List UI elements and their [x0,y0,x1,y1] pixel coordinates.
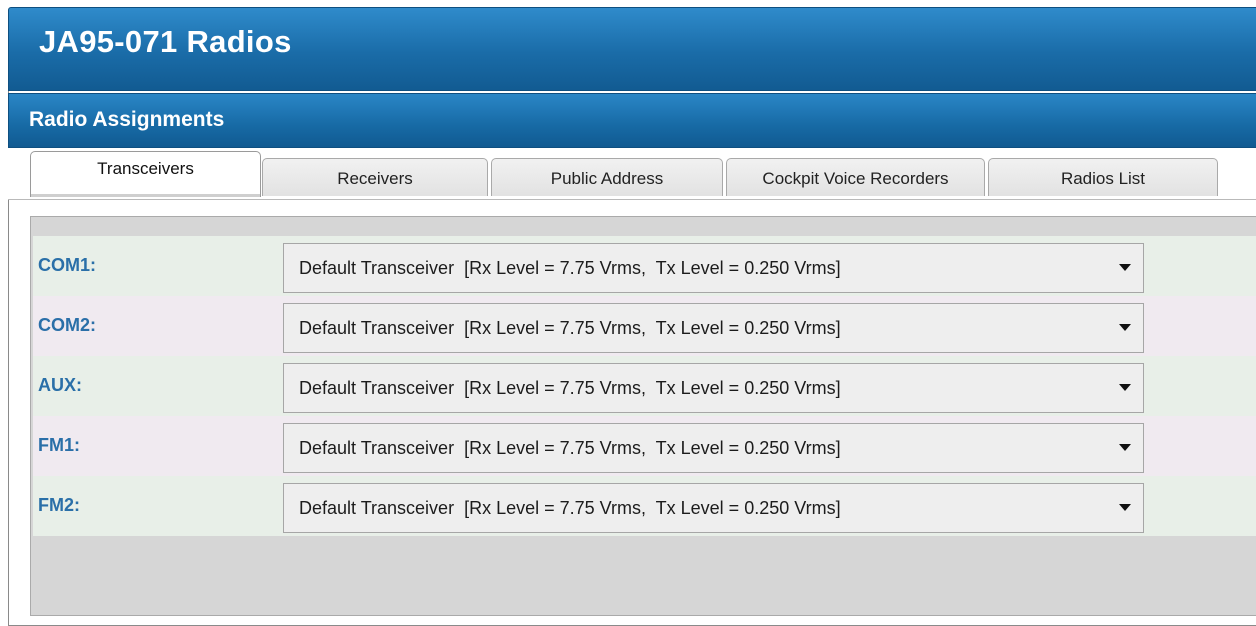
chevron-down-icon [1119,504,1131,511]
assignment-row-com2: COM2: Default Transceiver [Rx Level = 7.… [33,296,1256,356]
chevron-down-icon [1119,324,1131,331]
assignment-row-fm1: FM1: Default Transceiver [Rx Level = 7.7… [33,416,1256,476]
radio-select-fm2[interactable]: Default Transceiver [Rx Level = 7.75 Vrm… [283,483,1144,533]
select-value: Default Transceiver [Rx Level = 7.75 Vrm… [299,258,841,278]
window-title-bar: JA95-071 Radios [8,7,1256,91]
radio-select-aux[interactable]: Default Transceiver [Rx Level = 7.75 Vrm… [283,363,1144,413]
radio-select-fm1[interactable]: Default Transceiver [Rx Level = 7.75 Vrm… [283,423,1144,473]
select-value: Default Transceiver [Rx Level = 7.75 Vrm… [299,438,841,458]
radio-select-com2[interactable]: Default Transceiver [Rx Level = 7.75 Vrm… [283,303,1144,353]
assignment-row-fm2: FM2: Default Transceiver [Rx Level = 7.7… [33,476,1256,536]
section-header: Radio Assignments [8,93,1256,148]
radio-select-com1[interactable]: Default Transceiver [Rx Level = 7.75 Vrm… [283,243,1144,293]
chevron-down-icon [1119,264,1131,271]
assignment-row-com1: COM1: Default Transceiver [Rx Level = 7.… [33,236,1256,296]
chevron-down-icon [1119,384,1131,391]
tab-radios-list[interactable]: Radios List [988,158,1218,196]
tab-cockpit-voice-recorders[interactable]: Cockpit Voice Recorders [726,158,985,196]
select-value: Default Transceiver [Rx Level = 7.75 Vrm… [299,318,841,338]
select-value: Default Transceiver [Rx Level = 7.75 Vrm… [299,378,841,398]
assignment-label: AUX: [38,375,82,395]
section-title: Radio Assignments [29,108,225,131]
select-value: Default Transceiver [Rx Level = 7.75 Vrm… [299,498,841,518]
assignment-label: FM1: [38,435,80,455]
assignment-label: FM2: [38,495,80,515]
tab-transceivers[interactable]: Transceivers [30,151,261,197]
tab-receivers[interactable]: Receivers [262,158,488,196]
assignment-label: COM1: [38,255,96,275]
assignment-row-aux: AUX: Default Transceiver [Rx Level = 7.7… [33,356,1256,416]
tab-public-address[interactable]: Public Address [491,158,723,196]
window-title: JA95-071 Radios [39,24,292,59]
chevron-down-icon [1119,444,1131,451]
assignment-label: COM2: [38,315,96,335]
